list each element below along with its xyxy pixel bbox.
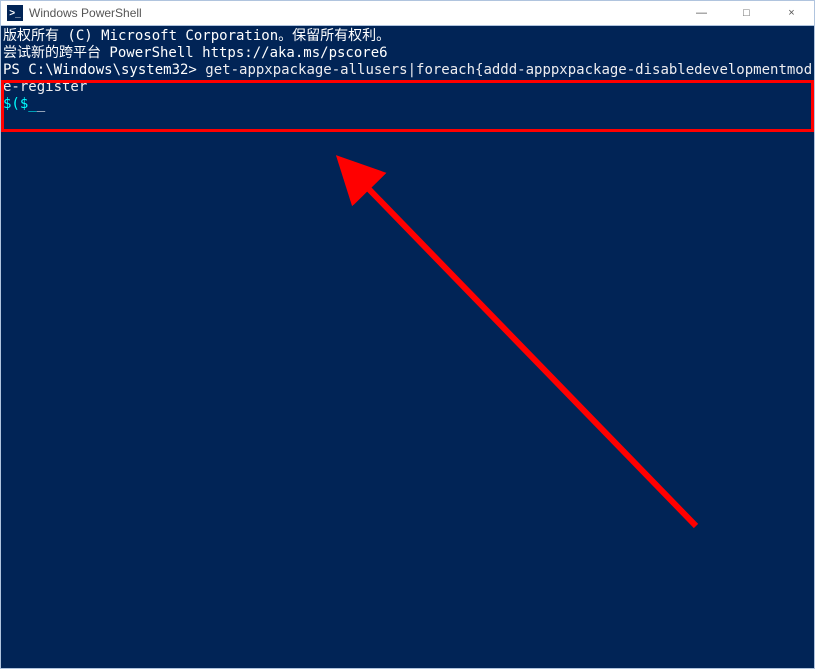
terminal-text: 版权所有 (C) Microsoft Corporation。保留所有权利。 尝…: [3, 28, 814, 113]
titlebar[interactable]: >_ Windows PowerShell — □ ×: [1, 1, 814, 26]
terminal-wrap-line: $($__: [3, 96, 814, 113]
close-button[interactable]: ×: [769, 1, 814, 25]
minimize-button[interactable]: —: [679, 1, 724, 25]
icon-glyph: >_: [9, 8, 20, 19]
annotation-arrow: [1, 26, 814, 668]
cursor: _: [37, 96, 45, 113]
window-controls: — □ ×: [679, 1, 814, 25]
terminal-area[interactable]: 版权所有 (C) Microsoft Corporation。保留所有权利。 尝…: [1, 26, 814, 668]
prompt-text: PS C:\Windows\system32>: [3, 62, 205, 78]
command-wrap-text: $($_: [3, 96, 37, 112]
terminal-line-copyright: 版权所有 (C) Microsoft Corporation。保留所有权利。: [3, 28, 814, 45]
maximize-button[interactable]: □: [724, 1, 769, 25]
terminal-line-try: 尝试新的跨平台 PowerShell https://aka.ms/pscore…: [3, 45, 814, 62]
powershell-icon: >_: [7, 5, 23, 21]
powershell-window: >_ Windows PowerShell — □ × 版权所有 (C) Mic…: [0, 0, 815, 669]
terminal-prompt-line: PS C:\Windows\system32> get-appxpackage-…: [3, 62, 814, 96]
window-title: Windows PowerShell: [29, 6, 679, 20]
